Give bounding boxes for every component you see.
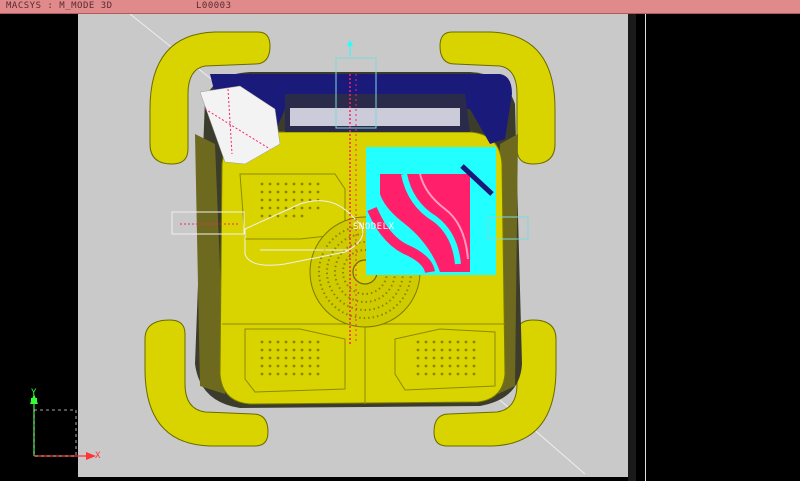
mode-label: MACSYS : M_MODE 3D (6, 1, 113, 11)
title-bar: MACSYS : M_MODE 3D L00003 (0, 0, 800, 14)
construction-arrow (347, 40, 353, 46)
highlight-region (366, 147, 496, 275)
layer-label: L00003 (196, 1, 232, 11)
axis-x-label: X (95, 451, 101, 461)
cad-viewport[interactable]: SNODELX X Y (0, 14, 800, 481)
model-view[interactable] (0, 14, 800, 481)
top-recess-slot (290, 108, 460, 126)
axis-y-label: Y (31, 388, 37, 398)
axis-gizmo (30, 394, 96, 460)
origin-label: SNODELX (353, 222, 395, 232)
